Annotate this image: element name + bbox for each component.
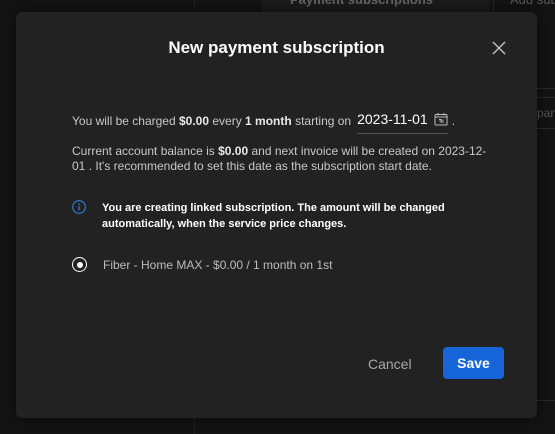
start-date-value: 2023-11-01	[357, 110, 428, 127]
calendar-icon[interactable]	[434, 112, 448, 126]
info-icon	[72, 200, 86, 214]
cancel-button[interactable]: Cancel	[368, 352, 412, 376]
service-option-label: Fiber - Home MAX - $0.00 / 1 month on 1s…	[103, 257, 333, 272]
charge-amount: $0.00	[178, 114, 210, 128]
balance-amount: $0.00	[218, 144, 249, 158]
charge-period: 1 month	[245, 114, 292, 128]
radio-selected-dot	[76, 261, 83, 268]
background-line	[536, 400, 555, 401]
close-button[interactable]	[491, 40, 507, 56]
service-radio-button[interactable]	[72, 257, 87, 272]
charge-prefix: You will be charged	[72, 114, 176, 128]
balance-summary: Current account balance is $0.00 and nex…	[72, 144, 492, 174]
charge-every: every	[212, 114, 242, 128]
balance-prefix: Current account balance is	[72, 144, 215, 158]
new-payment-subscription-dialog: New payment subscription You will be cha…	[16, 12, 537, 418]
linked-subscription-info: You are creating linked subscription. Th…	[72, 200, 452, 232]
charge-summary: You will be charged $0.00 every 1 month …	[72, 108, 455, 134]
close-icon	[492, 41, 506, 55]
service-option[interactable]: Fiber - Home MAX - $0.00 / 1 month on 1s…	[72, 257, 332, 272]
charge-suffix: .	[451, 114, 456, 128]
background-line	[536, 88, 555, 89]
dialog-title: New payment subscription	[168, 38, 385, 57]
start-date-picker[interactable]: 2023-11-01	[357, 108, 448, 134]
info-message: You are creating linked subscription. Th…	[102, 202, 445, 230]
save-button[interactable]: Save	[443, 347, 504, 379]
balance-suffix: . It's recommended to set this date as t…	[88, 159, 432, 173]
balance-middle: and next invoice will be created on	[251, 144, 435, 158]
charge-starting-on: starting on	[295, 114, 352, 128]
